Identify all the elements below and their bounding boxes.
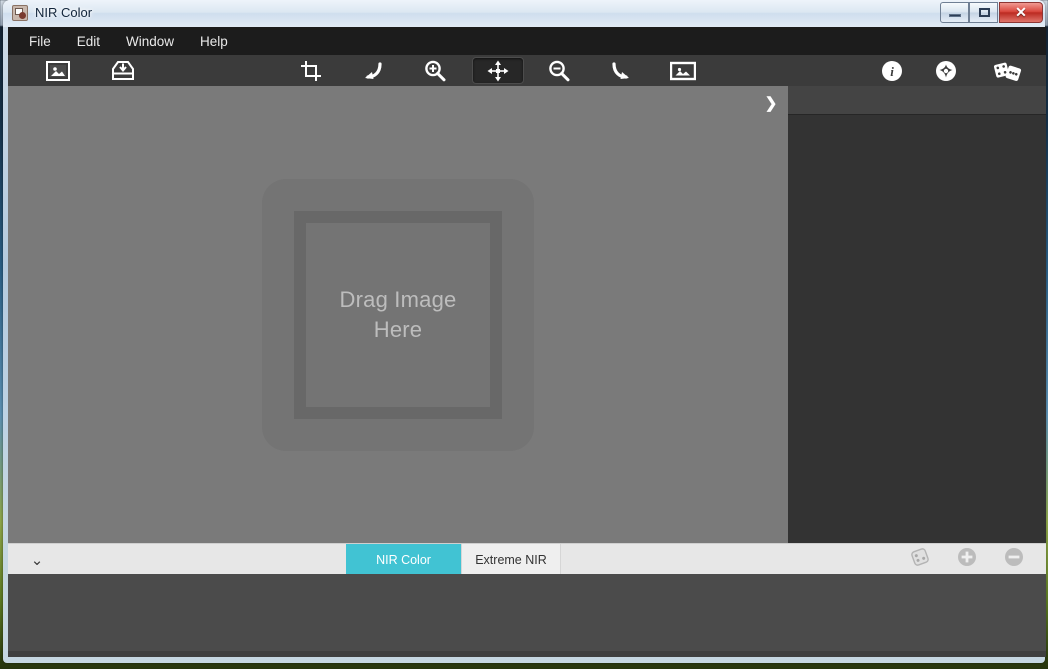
fit-image-button[interactable] bbox=[663, 55, 703, 86]
zoom-in-button[interactable] bbox=[415, 55, 455, 86]
pan-tool-button[interactable] bbox=[472, 57, 524, 84]
zoom-out-icon bbox=[547, 59, 571, 83]
close-button[interactable]: ✕ bbox=[999, 2, 1043, 23]
info-icon: i bbox=[881, 60, 903, 82]
random-preset-icon bbox=[910, 547, 930, 572]
dice-icon bbox=[993, 60, 1023, 82]
add-preset-icon bbox=[957, 547, 977, 572]
bottom-panel bbox=[8, 574, 1046, 657]
menu-item-help[interactable]: Help bbox=[187, 30, 241, 53]
crop-icon bbox=[300, 60, 322, 82]
random-preset-button[interactable] bbox=[903, 544, 937, 575]
maximize-icon bbox=[979, 8, 990, 17]
drop-zone-label-line1: Drag Image bbox=[340, 287, 457, 312]
remove-preset-icon bbox=[1004, 547, 1024, 572]
effects-icon bbox=[935, 60, 957, 82]
tab-extreme-nir-label: Extreme NIR bbox=[475, 553, 547, 567]
dice-button[interactable] bbox=[985, 55, 1031, 86]
info-button[interactable]: i bbox=[872, 55, 912, 86]
crop-button[interactable] bbox=[291, 55, 331, 86]
menu-item-file[interactable]: File bbox=[16, 30, 64, 53]
save-image-button[interactable] bbox=[103, 55, 143, 86]
drop-zone-label-line2: Here bbox=[374, 317, 423, 342]
undo-icon bbox=[360, 61, 384, 81]
redo-button[interactable] bbox=[602, 55, 642, 86]
drop-zone[interactable]: Drag Image Here bbox=[8, 86, 788, 543]
tab-list-chevron-button[interactable]: ⌄ bbox=[22, 544, 52, 575]
menu-item-edit[interactable]: Edit bbox=[64, 30, 113, 53]
menu-item-window[interactable]: Window bbox=[113, 30, 187, 53]
preset-tab-bar: ⌄ NIR Color Extreme NIR bbox=[8, 543, 1046, 575]
chevron-down-icon: ⌄ bbox=[31, 551, 44, 569]
tab-extreme-nir[interactable]: Extreme NIR bbox=[461, 544, 561, 575]
image-canvas[interactable]: Drag Image Here ❯ bbox=[8, 86, 788, 543]
redo-icon bbox=[610, 61, 634, 81]
svg-text:i: i bbox=[890, 64, 894, 79]
bottom-panel-edge bbox=[8, 651, 1046, 657]
side-panel-header bbox=[788, 86, 1046, 115]
panel-toggle-button[interactable]: ❯ bbox=[760, 92, 782, 114]
application-window: NIR Color ✕ File Edit Window Help bbox=[3, 0, 1045, 663]
close-icon: ✕ bbox=[1000, 3, 1042, 22]
toolbar: i bbox=[8, 55, 1046, 86]
fit-image-icon bbox=[670, 61, 696, 81]
client-area: File Edit Window Help bbox=[8, 27, 1046, 657]
tab-nir-color-label: NIR Color bbox=[376, 553, 431, 567]
open-image-icon bbox=[46, 61, 70, 81]
undo-button[interactable] bbox=[352, 55, 392, 86]
maximize-button[interactable] bbox=[969, 2, 998, 23]
minimize-icon bbox=[949, 14, 961, 17]
pan-tool-icon bbox=[487, 60, 509, 82]
open-image-button[interactable] bbox=[38, 55, 78, 86]
save-image-icon bbox=[110, 60, 136, 82]
add-preset-button[interactable] bbox=[950, 544, 984, 575]
title-bar[interactable]: NIR Color ✕ bbox=[3, 0, 1045, 27]
effects-button[interactable] bbox=[926, 55, 966, 86]
minimize-button[interactable] bbox=[940, 2, 969, 23]
drop-zone-label: Drag Image Here bbox=[340, 285, 457, 345]
drop-target[interactable]: Drag Image Here bbox=[262, 179, 534, 451]
zoom-out-button[interactable] bbox=[539, 55, 579, 86]
app-icon bbox=[12, 5, 28, 21]
zoom-in-icon bbox=[423, 59, 447, 83]
chevron-right-icon: ❯ bbox=[765, 94, 778, 112]
window-title: NIR Color bbox=[35, 5, 92, 20]
tab-nir-color[interactable]: NIR Color bbox=[346, 544, 461, 575]
side-panel bbox=[788, 86, 1046, 543]
menu-bar: File Edit Window Help bbox=[8, 27, 1046, 55]
workspace: Drag Image Here ❯ bbox=[8, 86, 1046, 543]
remove-preset-button[interactable] bbox=[997, 544, 1031, 575]
